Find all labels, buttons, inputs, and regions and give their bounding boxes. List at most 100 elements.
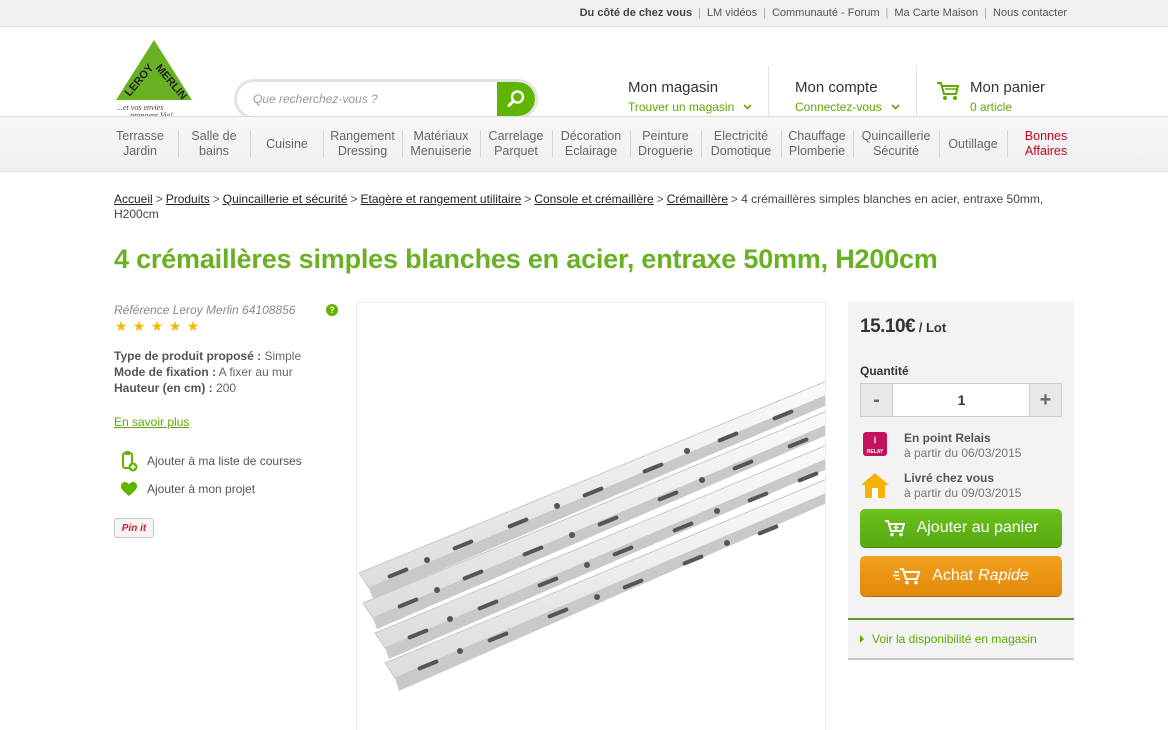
chevron-down-icon (891, 104, 900, 110)
nav-separator (480, 130, 481, 158)
account-subtitle: Connectez-vous (795, 100, 900, 114)
quantity-increase-button[interactable]: + (1029, 384, 1061, 416)
nav-separator (853, 130, 854, 158)
top-link-contact[interactable]: Nous contacter (993, 7, 1067, 19)
product-image[interactable] (356, 302, 826, 730)
quantity-input[interactable] (894, 384, 1029, 416)
help-icon[interactable]: ? (326, 304, 338, 316)
star-icon: ★ (186, 318, 200, 334)
add-to-cart-label: Ajouter au panier (916, 519, 1039, 536)
nav-separator (178, 130, 179, 158)
nav-item-terrasse-jardin[interactable]: Terrasse Jardin (104, 117, 176, 171)
clipboard-icon (118, 450, 140, 472)
star-icon: ★ (168, 318, 182, 334)
house-icon (861, 473, 889, 498)
quantity-label: Quantité (860, 364, 909, 378)
quantity-stepper: - + (860, 383, 1062, 417)
add-to-cart-button[interactable]: Ajouter au panier (860, 509, 1062, 547)
breadcrumb-cremaillere[interactable]: Crémaillère (667, 192, 728, 206)
breadcrumb-etagere[interactable]: Etagère et rangement utilitaire (361, 192, 522, 206)
nav-item-cuisine[interactable]: Cuisine (252, 117, 322, 171)
availability-label: Voir la disponibilité en magasin (872, 632, 1037, 646)
heart-icon (118, 481, 140, 497)
nav-item-rangement-dressing[interactable]: Rangement Dressing (325, 117, 400, 171)
nav-separator (630, 130, 631, 158)
nav-item-chauffage-plomberie[interactable]: Chauffage Plomberie (783, 117, 851, 171)
relay-icon: i RELAY (863, 432, 887, 456)
store-availability-link[interactable]: Voir la disponibilité en magasin (848, 618, 1074, 660)
store-menu[interactable]: Mon magasin Trouver un magasin (628, 79, 752, 114)
nav-item-electricite-domotique[interactable]: Electricité Domotique (703, 117, 779, 171)
nav-item-salle-de-bains[interactable]: Salle de bains (180, 117, 248, 171)
top-link-carte-maison[interactable]: Ma Carte Maison (894, 7, 978, 19)
breadcrumb-arrow: > (524, 192, 532, 206)
breadcrumb-arrow: > (212, 192, 220, 206)
quick-buy-button[interactable]: Achat Rapide (860, 556, 1062, 596)
nav-separator (701, 130, 702, 158)
chevron-down-icon (743, 104, 752, 110)
property-row: Mode de fixation : A fixer au mur (114, 365, 293, 379)
property-row: Type de produit proposé : Simple (114, 349, 302, 363)
separator: | (885, 7, 889, 19)
more-info-link[interactable]: En savoir plus (114, 415, 189, 429)
nav-item-carrelage-parquet[interactable]: Carrelage Parquet (482, 117, 550, 171)
quick-buy-label-italic: Rapide (978, 567, 1029, 584)
star-icon: ★ (132, 318, 146, 334)
top-link-forum[interactable]: Communauté - Forum (772, 7, 880, 19)
breadcrumb-arrow: > (155, 192, 163, 206)
cart-title: Mon panier (970, 79, 1046, 96)
nav-separator (402, 130, 403, 158)
account-menu[interactable]: Mon compte Connectez-vous (795, 79, 900, 114)
nav-separator (552, 130, 553, 158)
price: 15.10€ / Lot (860, 316, 947, 337)
quantity-decrease-button[interactable]: - (861, 384, 893, 416)
search-bar (234, 79, 538, 119)
cart-icon[interactable] (936, 81, 960, 101)
breadcrumb-console[interactable]: Console et crémaillère (534, 192, 653, 206)
store-title: Mon magasin (628, 79, 719, 96)
top-utility-bar: Du côté de chez vous | LM vidéos | Communaut… (0, 0, 1168, 27)
search-field-wrapper (237, 82, 535, 116)
product-properties: Type de produit proposé : Simple Mode de… (114, 348, 301, 396)
breadcrumb-arrow: > (350, 192, 358, 206)
add-to-project-label: Ajouter à mon projet (147, 482, 256, 496)
rating-stars: ★ ★ ★ ★ ★ (113, 318, 201, 334)
pinit-button[interactable]: Pin it (114, 518, 154, 538)
cart-plus-icon (884, 519, 906, 537)
breadcrumb-produits[interactable]: Produits (166, 192, 210, 206)
product-title: 4 crémaillères simples blanches en acier… (114, 244, 938, 274)
cart-count: 0 article (970, 100, 1013, 114)
nav-item-decoration-eclairage[interactable]: Décoration Eclairage (554, 117, 628, 171)
account-title: Mon compte (795, 79, 878, 96)
nav-item-peinture-droguerie[interactable]: Peinture Droguerie (632, 117, 699, 171)
add-to-shopping-list[interactable]: Ajouter à ma liste de courses (118, 450, 302, 472)
product-reference: Référence Leroy Merlin 64108856 (114, 303, 296, 317)
breadcrumb-accueil[interactable]: Accueil (114, 192, 153, 206)
property-row: Hauteur (en cm) : 200 (114, 381, 237, 395)
add-to-project[interactable]: Ajouter à mon projet (118, 481, 255, 497)
add-to-list-label: Ajouter à ma liste de courses (147, 454, 302, 468)
cart-menu[interactable]: Mon panier 0 article (970, 79, 1045, 114)
search-input[interactable] (237, 82, 497, 116)
star-icon: ★ (114, 318, 128, 334)
breadcrumb-quincaillerie[interactable]: Quincaillerie et sécurité (223, 192, 348, 206)
separator: | (984, 7, 988, 19)
nav-item-quincaillerie-securite[interactable]: Quincaillerie Sécurité (855, 117, 937, 171)
quick-buy-label: Achat (932, 567, 974, 584)
breadcrumb: Accueil > Produits > Quincaillerie et sécuri… (114, 192, 1049, 222)
nav-separator (781, 130, 782, 158)
search-button[interactable] (497, 82, 535, 116)
nav-item-outillage[interactable]: Outillage (941, 117, 1005, 171)
top-link-lm-videos[interactable]: LM vidéos (707, 7, 757, 19)
nav-item-materiaux-menuiserie[interactable]: Matériaux Menuiserie (404, 117, 478, 171)
top-link-cote-maison[interactable]: Du côté de chez vous (580, 7, 692, 19)
nav-item-bonnes-affaires[interactable]: Bonnes Affaires (1010, 117, 1082, 171)
nav-separator (939, 130, 940, 158)
store-subtitle: Trouver un magasin (628, 100, 752, 114)
home-delivery-title: Livré chez vous (904, 471, 995, 485)
search-icon (507, 90, 525, 107)
leroy-merlin-logo[interactable]: LEROY MERLIN ...et vos envies prennent V… (114, 38, 194, 118)
breadcrumb-arrow: > (731, 192, 739, 206)
caret-right-icon (860, 635, 864, 643)
breadcrumb-arrow: > (656, 192, 664, 206)
